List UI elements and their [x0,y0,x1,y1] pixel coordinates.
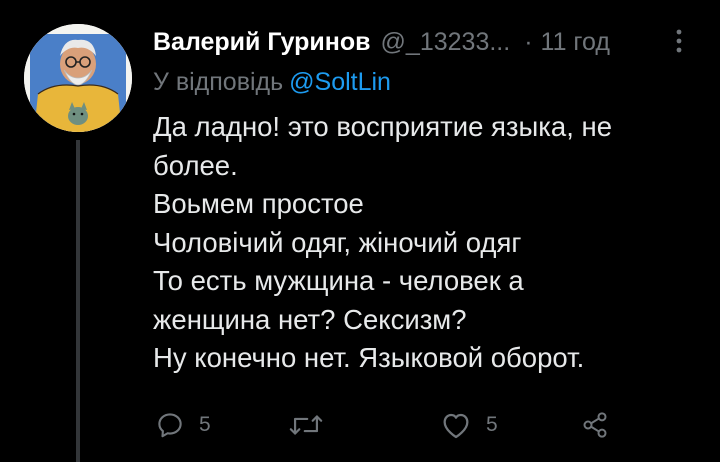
tweet-text-line: более. [153,149,238,181]
like-button[interactable]: 5 [440,405,498,445]
tweet-text-line: Чоловічий одяг, жіночий одяг [153,226,522,258]
timestamp[interactable]: 11 год [541,24,610,60]
tweet-text-line: То есть мужщина - человек а [153,265,524,296]
tweet-header: Валерий Гуринов @_13233... · 11 год [153,24,610,60]
retweet-icon [289,415,323,435]
tweet-text-line: Да ладно! это восприятие языка, не [153,111,612,142]
avatar-illustration [24,24,132,132]
thread-line [76,140,80,462]
tweet-text: Да ладно! это восприятие языка, не более… [153,108,673,378]
share-icon [583,412,607,438]
tweet-text-line: женщина нет? Сексизм? [153,303,467,335]
reply-count: 5 [199,413,211,436]
avatar[interactable] [24,24,132,132]
more-vertical-icon [676,29,682,53]
reply-button[interactable]: 5 [155,405,211,445]
tweet-text-line: Воьмем простое [153,188,364,219]
tweet[interactable]: Валерий Гуринов @_13233... · 11 год У ві… [0,0,720,462]
tweet-text-line: Ну конечно нет. Языковой оборот. [153,342,585,373]
user-handle[interactable]: @_13233... [381,24,511,60]
reply-mention[interactable]: @SoltLin [289,68,391,96]
share-button[interactable] [581,405,609,445]
separator-dot: · [524,28,533,56]
reply-icon [158,413,182,438]
retweet-button[interactable] [289,405,337,445]
display-name[interactable]: Валерий Гуринов [153,24,371,60]
heart-icon [443,413,469,439]
more-button[interactable] [668,26,690,56]
action-bar: 5 5 [153,405,693,445]
like-count: 5 [486,413,498,436]
reply-context: У відповідь @SoltLin [153,64,391,100]
reply-prefix: У відповідь [153,68,284,96]
